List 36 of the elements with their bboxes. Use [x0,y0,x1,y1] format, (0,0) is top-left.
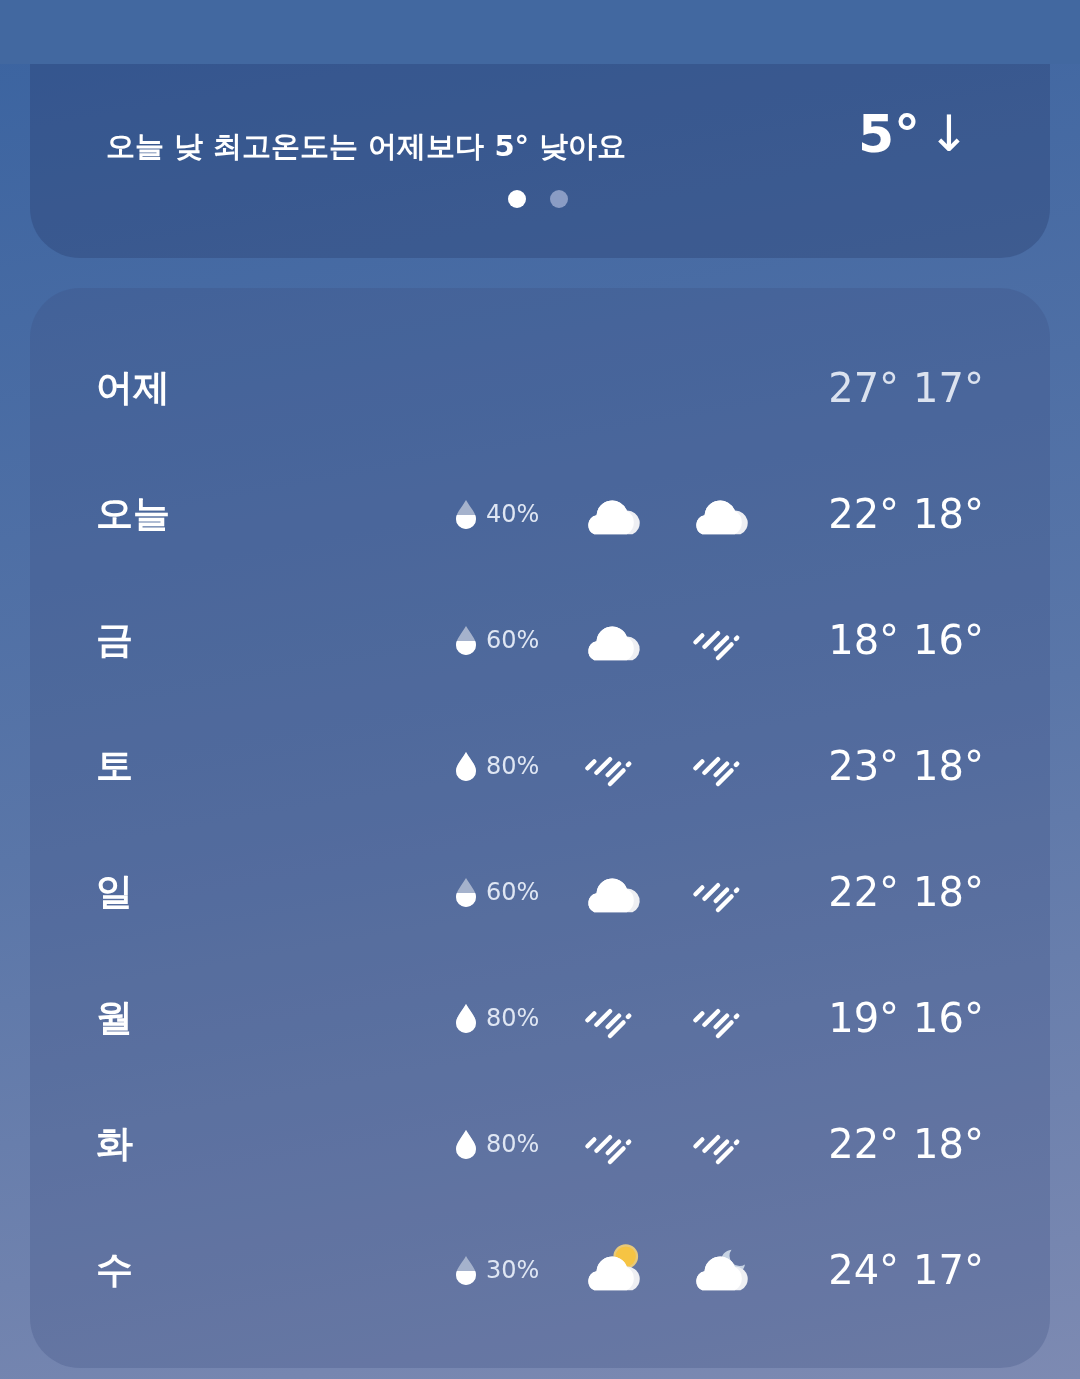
high-temperature: 27° [828,365,900,411]
high-temperature: 22° [828,491,900,537]
day-label: 월 [96,995,134,1041]
day-label: 금 [96,617,134,663]
precipitation-chance: 60% [486,878,540,906]
day-label: 어제 [96,365,171,411]
precipitation-chance: 80% [486,1004,540,1032]
low-temperature: 17° [913,1247,984,1293]
precipitation-chance: 60% [486,626,540,654]
high-temperature: 22° [828,1121,900,1167]
high-temperature: 18° [828,617,900,663]
day-label: 수 [96,1247,134,1293]
low-temperature: 18° [913,1121,984,1167]
day-label: 일 [96,869,134,915]
precipitation-chance: 30% [486,1256,540,1284]
precipitation-chance: 80% [486,1130,540,1158]
low-temperature: 18° [913,743,984,789]
low-temperature: 16° [913,995,984,1041]
low-temperature: 17° [913,365,984,411]
high-temperature: 22° [828,869,900,915]
day-label: 오늘 [96,491,171,537]
high-temperature: 23° [828,743,900,789]
summary-text: 오늘 낮 최고온도는 어제보다 5° 낮아요 [106,128,627,165]
high-temperature: 24° [828,1247,900,1293]
down-arrow: ↓ [928,105,970,163]
high-temperature: 19° [828,995,900,1041]
low-temperature: 16° [913,617,984,663]
temperature-difference: 5° [857,104,921,164]
page-indicator-dot[interactable] [508,190,526,208]
day-label: 토 [96,743,134,789]
page-indicator-dot[interactable] [550,190,568,208]
low-temperature: 18° [913,491,984,537]
precipitation-chance: 40% [486,500,540,528]
low-temperature: 18° [913,869,984,915]
day-label: 화 [96,1121,134,1167]
precipitation-chance: 80% [486,752,540,780]
